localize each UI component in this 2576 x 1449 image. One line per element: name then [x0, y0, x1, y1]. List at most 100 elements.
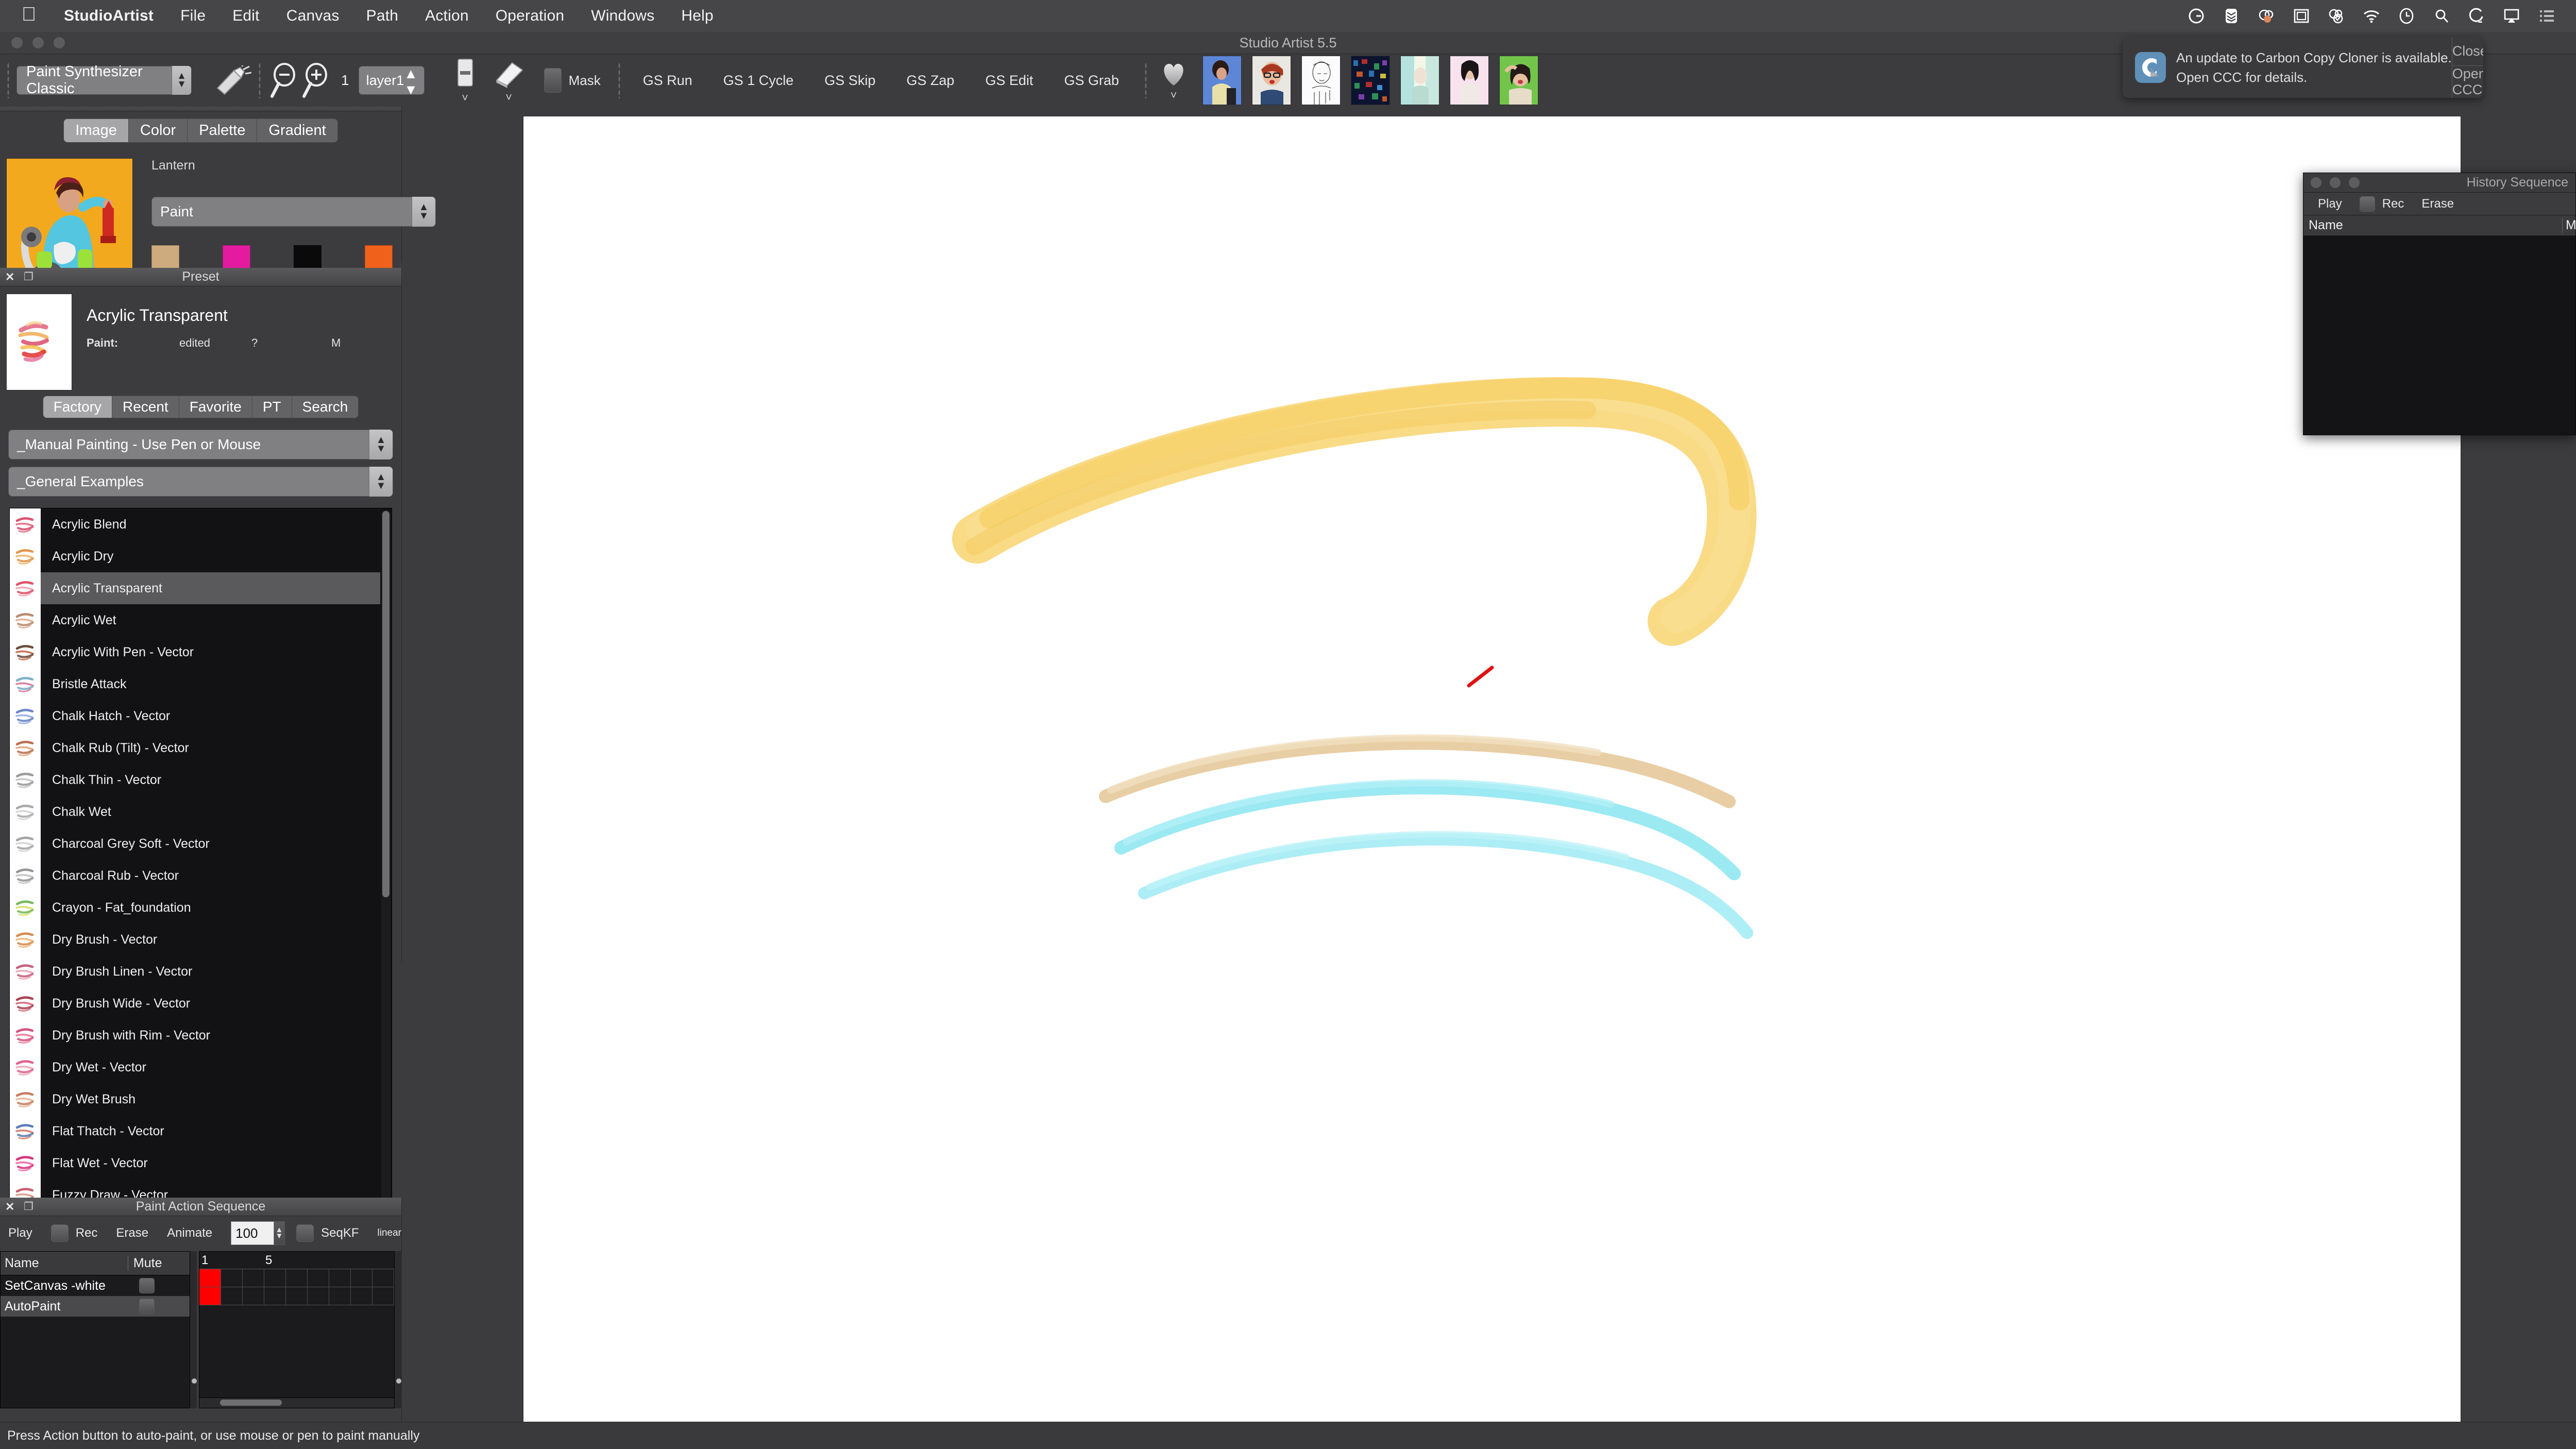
preset-list-item[interactable]: Bristle Attack — [10, 668, 380, 700]
tab-color[interactable]: Color — [128, 118, 188, 143]
preset-list-scrollbar[interactable] — [381, 510, 391, 1243]
pas-timeline-cell[interactable] — [264, 1287, 286, 1305]
cleanmymac-icon[interactable] — [2468, 7, 2485, 25]
pas-timeline-row-0[interactable] — [199, 1269, 394, 1287]
notification-close-button[interactable]: Close — [2452, 37, 2483, 65]
tab-recent[interactable]: Recent — [112, 396, 179, 418]
preset-subcategory-select[interactable]: _General Examples ▲ ▼ — [8, 467, 393, 497]
source-thumbnail-6[interactable] — [1449, 56, 1489, 105]
canvas-sheet[interactable] — [523, 116, 2461, 1428]
preset-list-item[interactable]: Chalk Thin - Vector — [10, 764, 380, 796]
menu-path[interactable]: Path — [353, 7, 412, 25]
pas-row-1[interactable]: AutoPaint — [1, 1296, 190, 1317]
history-rec-checkbox[interactable] — [2359, 196, 2375, 212]
source-mode-stepper[interactable]: ▲ ▼ — [412, 197, 435, 227]
preset-category-stepper[interactable]: ▲ ▼ — [369, 430, 393, 459]
gs-run-button[interactable]: GS Run — [628, 73, 708, 89]
preset-list-item[interactable]: Dry Brush Linen - Vector — [10, 956, 380, 987]
notification-open-button[interactable]: Open CCC — [2452, 65, 2483, 98]
pas-timeline-scroll-knob[interactable] — [219, 1400, 282, 1406]
preset-list-item[interactable]: Acrylic Wet — [10, 604, 380, 636]
pas-play-button[interactable]: Play — [8, 1226, 32, 1240]
preset-list[interactable]: Acrylic Blend Acrylic Dry Acrylic Transpar… — [9, 508, 392, 1246]
preset-list-item[interactable]: Dry Brush with Rim - Vector — [10, 1019, 380, 1051]
preset-list-item[interactable]: Dry Brush Wide - Vector — [10, 987, 380, 1019]
preset-list-scroll-thumb[interactable] — [382, 511, 389, 897]
pas-seqkf-checkbox[interactable] — [296, 1224, 314, 1242]
tab-image[interactable]: Image — [63, 118, 129, 143]
preset-list-item[interactable]: Chalk Wet — [10, 796, 380, 828]
pas-timeline-cell[interactable] — [351, 1287, 372, 1305]
dropbox-icon[interactable] — [2328, 7, 2345, 25]
history-zoom-button[interactable] — [2349, 177, 2360, 188]
preset-meta-m[interactable]: M — [331, 336, 341, 350]
preset-subcategory-stepper[interactable]: ▲ ▼ — [369, 467, 393, 497]
close-icon[interactable]: ✕ — [5, 1200, 14, 1214]
window-close-button[interactable] — [11, 37, 23, 48]
gs-edit-button[interactable]: GS Edit — [970, 73, 1048, 89]
pas-timeline-scroll-knob-v[interactable] — [396, 1378, 401, 1384]
preset-list-item[interactable]: Flat Wet - Vector — [10, 1147, 380, 1179]
menu-windows[interactable]: Windows — [578, 7, 668, 25]
source-thumbnail-4[interactable] — [1350, 56, 1390, 105]
bartender-icon[interactable] — [2223, 7, 2240, 25]
zoom-out-button[interactable] — [268, 62, 300, 98]
layer-select[interactable]: layer1 ▲ ▼ — [358, 66, 425, 97]
menu-help[interactable]: Help — [668, 7, 727, 25]
pas-row-mute-cell[interactable] — [128, 1299, 190, 1314]
menu-canvas[interactable]: Canvas — [273, 7, 353, 25]
duplicate-icon[interactable]: ❐ — [24, 1200, 33, 1213]
pas-timeline-cell[interactable] — [286, 1287, 308, 1305]
pas-row-mute-checkbox[interactable] — [139, 1299, 155, 1314]
pas-row-0[interactable]: SetCanvas -white — [1, 1275, 190, 1296]
pas-action-list[interactable]: Name Mute SetCanvas -white AutoPaint — [0, 1251, 190, 1408]
preset-list-item[interactable]: Chalk Rub (Tilt) - Vector — [10, 732, 380, 764]
history-play-button[interactable]: Play — [2318, 197, 2342, 211]
preset-list-item[interactable]: Charcoal Rub - Vector — [10, 860, 380, 892]
layer-menu-button[interactable]: ˅ — [452, 57, 478, 104]
chevron-down-icon[interactable]: ˅ — [505, 92, 512, 103]
pas-keyframe-cell[interactable] — [199, 1287, 221, 1305]
pas-interpolation-label[interactable]: linear — [378, 1228, 401, 1239]
favorite-button[interactable]: ˅ — [1159, 60, 1188, 101]
preset-list-item[interactable]: Charcoal Grey Soft - Vector — [10, 828, 380, 860]
pas-timeline-cell[interactable] — [308, 1287, 329, 1305]
colors-icon[interactable] — [2258, 7, 2275, 25]
grammarly-icon[interactable] — [2188, 7, 2205, 25]
pas-timeline-horizontal-scrollbar[interactable] — [199, 1397, 394, 1408]
pas-rec-checkbox[interactable] — [50, 1224, 69, 1242]
tab-favorite[interactable]: Favorite — [179, 396, 252, 418]
pas-erase-button[interactable]: Erase — [116, 1226, 148, 1240]
pas-timeline-cell[interactable] — [372, 1269, 394, 1287]
menu-file[interactable]: File — [167, 7, 219, 25]
history-traffic-lights[interactable] — [2303, 177, 2360, 188]
tab-gradient[interactable]: Gradient — [257, 118, 338, 143]
search-icon[interactable] — [2433, 7, 2450, 25]
source-thumbnail-3[interactable] — [1301, 56, 1341, 105]
pas-timeline[interactable]: 1 5 — [198, 1251, 395, 1408]
pas-timeline-cell[interactable] — [221, 1287, 243, 1305]
source-mode-select[interactable]: Paint ▲ ▼ — [151, 197, 436, 227]
preset-list-item[interactable]: Flat Thatch - Vector — [10, 1115, 380, 1147]
gs-1-cycle-button[interactable]: GS 1 Cycle — [708, 73, 809, 89]
preset-category-select[interactable]: _Manual Painting - Use Pen or Mouse ▲ ▼ — [8, 430, 393, 459]
mask-toggle[interactable] — [544, 68, 562, 93]
close-icon[interactable]: ✕ — [5, 270, 14, 284]
menu-list-icon[interactable] — [2538, 7, 2555, 25]
preset-list-item[interactable]: Dry Brush - Vector — [10, 924, 380, 956]
gs-grab-button[interactable]: GS Grab — [1048, 73, 1134, 89]
tab-palette[interactable]: Palette — [188, 118, 258, 143]
pas-list-vertical-scrollbar[interactable] — [190, 1251, 197, 1408]
menu-studioartist[interactable]: StudioArtist — [50, 7, 167, 25]
pas-timeline-cell[interactable] — [351, 1269, 372, 1287]
gs-skip-button[interactable]: GS Skip — [809, 73, 891, 89]
pas-timeline-cell[interactable] — [308, 1269, 329, 1287]
menu-action[interactable]: Action — [412, 7, 482, 25]
preset-list-item[interactable]: Dry Wet Brush — [10, 1083, 380, 1115]
source-thumbnail-5[interactable] — [1400, 56, 1439, 105]
window-minimize-button[interactable] — [32, 37, 44, 48]
duplicate-icon[interactable]: ❐ — [24, 270, 33, 283]
preset-list-item[interactable]: Acrylic With Pen - Vector — [10, 636, 380, 668]
pas-frame-count-stepper[interactable]: ▲ ▼ — [274, 1221, 285, 1245]
zoom-in-button[interactable] — [300, 62, 332, 98]
